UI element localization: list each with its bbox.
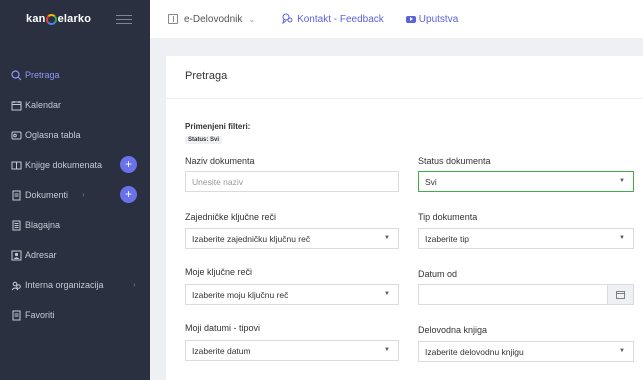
sidebar-item-label: Oglasna tabla [25, 130, 81, 140]
sidebar-item-label: Dokumenti [25, 190, 69, 200]
sidebar: kan elarko Pretraga Kalendar Oglasna tab… [0, 0, 150, 380]
sidebar-item-blagajna[interactable]: Blagajna [0, 210, 150, 240]
moje-value: Izaberite moju ključnu reč [192, 289, 289, 300]
search-card: Pretraga Primenjeni filteri: Status: Svi… [166, 56, 643, 380]
chevron-right-icon[interactable]: › [82, 190, 85, 199]
applied-filters-label: Primenjeni filteri: [185, 122, 251, 131]
sidebar-item-dokumenti[interactable]: Dokumenti › + [0, 180, 150, 210]
delovodnik-label: e-Delovodnik [184, 13, 243, 25]
sidebar-item-label: Adresar [25, 250, 57, 260]
contact-icon [10, 249, 22, 261]
chevron-right-icon[interactable]: › [133, 280, 136, 289]
status-select[interactable]: Svi ▼ [418, 171, 634, 192]
page-title: Pretraga [185, 70, 228, 82]
delovodnik-dropdown[interactable]: e-Delovodnik ⌄ [168, 14, 255, 25]
favorites-icon [10, 309, 22, 321]
status-value: Svi [425, 176, 437, 187]
tip-label: Tip dokumenta [418, 212, 478, 222]
app-logo[interactable]: kan elarko [26, 13, 91, 25]
sidebar-header: kan elarko [0, 0, 150, 38]
naziv-input[interactable]: Unesite naziv [185, 171, 399, 192]
sidebar-item-knjige-dokumenata[interactable]: Knjige dokumenata + [0, 150, 150, 180]
tip-select[interactable]: Izaberite tip ▼ [418, 228, 634, 249]
divider [166, 98, 643, 99]
add-dokument-button[interactable]: + [120, 186, 137, 203]
feedback-icon [281, 13, 293, 25]
sidebar-item-label: Pretraga [25, 70, 60, 80]
document-icon [10, 189, 22, 201]
sidebar-item-adresar[interactable]: Adresar [0, 240, 150, 270]
zajednicke-value: Izaberite zajedničku ključnu reč [192, 233, 311, 244]
datumi-label: Moji datumi - tipovi [185, 323, 261, 333]
uputstva-link[interactable]: Uputstva [405, 13, 459, 25]
dropdown-arrow-icon: ▼ [384, 347, 390, 353]
menu-toggle-icon[interactable] [116, 14, 132, 24]
datum-input[interactable] [418, 284, 634, 305]
sidebar-nav: Pretraga Kalendar Oglasna tabla Knjige d… [0, 60, 150, 330]
moje-label: Moje ključne reči [185, 267, 253, 277]
board-icon [10, 129, 22, 141]
sidebar-item-interna-organizacija[interactable]: Interna organizacija › [0, 270, 150, 300]
status-label: Status dokumenta [418, 156, 491, 166]
sidebar-item-pretraga[interactable]: Pretraga [0, 60, 150, 90]
organization-icon [10, 279, 22, 291]
datumi-value: Izaberite datum [192, 345, 251, 356]
chevron-down-icon: ⌄ [248, 14, 256, 24]
moje-select[interactable]: Izaberite moju ključnu reč ▼ [185, 284, 399, 305]
knjiga-label: Delovodna knjiga [418, 325, 488, 335]
zajednicke-label: Zajedničke ključne reči [185, 212, 277, 222]
kontakt-feedback-link[interactable]: Kontakt - Feedback [281, 13, 384, 25]
uputstva-label: Uputstva [418, 13, 459, 25]
dropdown-arrow-icon: ▼ [619, 178, 625, 184]
knjiga-value: Izaberite delovodnu knjigu [425, 346, 524, 357]
cashbox-icon [10, 219, 22, 231]
books-icon [10, 159, 22, 171]
calendar-icon[interactable] [607, 285, 633, 304]
video-icon [405, 15, 416, 23]
dropdown-arrow-icon: ▼ [619, 348, 625, 354]
logo-text-left: kan [26, 13, 46, 25]
sidebar-item-label: Knjige dokumenata [25, 160, 103, 170]
sidebar-item-label: Kalendar [25, 100, 62, 110]
zajednicke-select[interactable]: Izaberite zajedničku ključnu reč ▼ [185, 228, 399, 249]
sidebar-item-oglasna-tabla[interactable]: Oglasna tabla [0, 120, 150, 150]
delovodnik-icon [168, 14, 178, 24]
calendar-icon [10, 99, 22, 111]
add-knjiga-button[interactable]: + [120, 156, 137, 173]
datumi-select[interactable]: Izaberite datum ▼ [185, 340, 399, 361]
datum-label: Datum od [418, 269, 458, 279]
logo-ring-icon [46, 13, 58, 25]
sidebar-item-label: Interna organizacija [25, 280, 104, 290]
status-filter-badge: Status: Svi [185, 136, 223, 144]
kontakt-label: Kontakt - Feedback [297, 13, 384, 25]
dropdown-arrow-icon: ▼ [384, 235, 390, 241]
search-icon [10, 69, 22, 81]
sidebar-item-favoriti[interactable]: Favoriti [0, 300, 150, 330]
dropdown-arrow-icon: ▼ [619, 235, 625, 241]
logo-text-right: elarko [57, 13, 92, 25]
knjiga-select[interactable]: Izaberite delovodnu knjigu ▼ [418, 341, 634, 362]
sidebar-item-label: Favoriti [25, 310, 55, 320]
naziv-label: Naziv dokumenta [185, 156, 255, 166]
sidebar-item-label: Blagajna [25, 220, 61, 230]
tip-value: Izaberite tip [425, 233, 469, 244]
topbar: e-Delovodnik ⌄ Kontakt - Feedback Uputst… [150, 0, 643, 38]
dropdown-arrow-icon: ▼ [384, 291, 390, 297]
sidebar-item-kalendar[interactable]: Kalendar [0, 90, 150, 120]
